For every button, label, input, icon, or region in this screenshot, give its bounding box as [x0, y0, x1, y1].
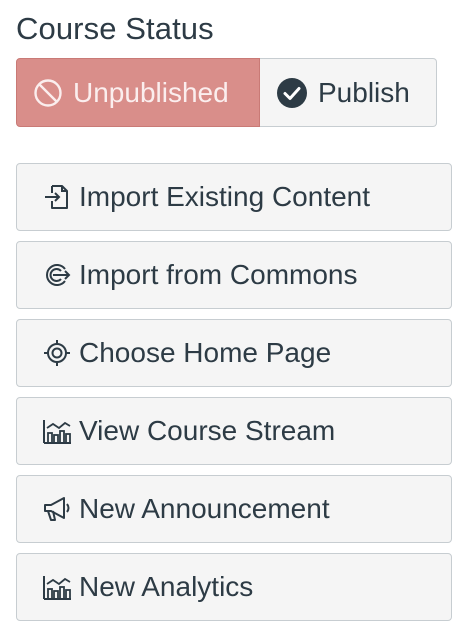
- publish-button[interactable]: Publish: [260, 58, 437, 127]
- target-icon: [41, 337, 73, 369]
- no-icon: [33, 78, 63, 108]
- unpublished-label: Unpublished: [73, 76, 229, 108]
- publish-label: Publish: [318, 76, 410, 108]
- new-analytics-button[interactable]: New Analytics: [16, 553, 452, 621]
- commons-icon: [41, 259, 73, 291]
- new-announcement-label: New Announcement: [79, 493, 330, 524]
- new-announcement-button[interactable]: New Announcement: [16, 475, 452, 543]
- import-from-commons-button[interactable]: Import from Commons: [16, 241, 452, 309]
- check-circle-icon: [276, 77, 308, 109]
- choose-home-page-button[interactable]: Choose Home Page: [16, 319, 452, 387]
- megaphone-icon: [41, 493, 73, 525]
- course-status-panel: Course Status Unpublished Publish Import…: [0, 0, 474, 641]
- choose-home-page-label: Choose Home Page: [79, 337, 332, 368]
- analytics-icon: [41, 571, 73, 603]
- view-course-stream-button[interactable]: View Course Stream: [16, 397, 452, 465]
- import-icon: [41, 181, 73, 213]
- unpublished-button[interactable]: Unpublished: [16, 58, 260, 127]
- publish-status-toggle: Unpublished Publish: [16, 58, 437, 127]
- import-existing-content-button[interactable]: Import Existing Content: [16, 163, 452, 231]
- import-from-commons-label: Import from Commons: [79, 259, 358, 290]
- view-course-stream-label: View Course Stream: [79, 415, 336, 446]
- course-status-heading: Course Status: [16, 11, 214, 46]
- analytics-icon: [41, 415, 73, 447]
- import-existing-content-label: Import Existing Content: [79, 181, 371, 212]
- new-analytics-label: New Analytics: [79, 571, 254, 602]
